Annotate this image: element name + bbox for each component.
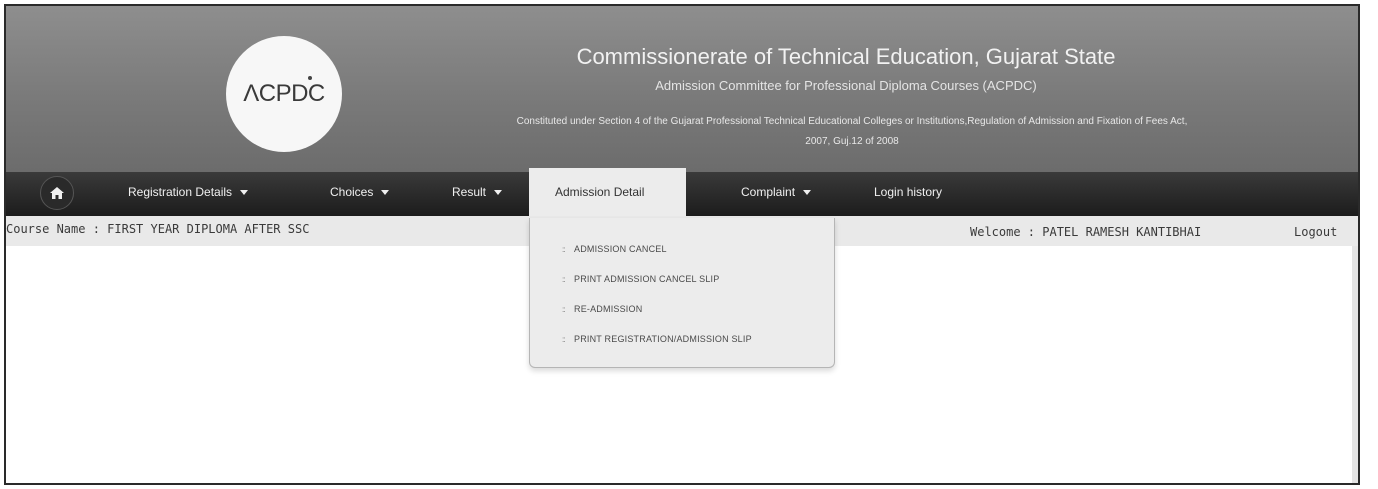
nav-label: Admission Detail (555, 185, 645, 199)
menu-item-label: RE-ADMISSION (574, 304, 643, 314)
logo-text: ΛCPDC (243, 80, 325, 107)
menu-item-print-registration-admission-slip[interactable]: :: PRINT REGISTRATION/ADMISSION SLIP (562, 334, 752, 344)
menu-item-print-admission-cancel-slip[interactable]: :: PRINT ADMISSION CANCEL SLIP (562, 274, 719, 284)
home-button[interactable] (40, 176, 74, 210)
logout-link[interactable]: Logout (1294, 225, 1337, 239)
nav-label: Choices (330, 185, 374, 199)
bullet-icon: :: (562, 245, 565, 254)
nav-complaint[interactable]: Complaint (741, 172, 812, 216)
nav-label: Login history (874, 185, 943, 199)
site-subtitle: Admission Committee for Professional Dip… (655, 78, 1037, 93)
act-text: Constituted under Section 4 of the Gujar… (372, 112, 1332, 152)
bullet-icon: :: (562, 305, 565, 314)
acpdc-logo[interactable]: ΛCPDC (226, 36, 342, 152)
chevron-down-icon (494, 190, 503, 196)
menu-item-admission-cancel[interactable]: :: ADMISSION CANCEL (562, 244, 667, 254)
admission-detail-menu: :: ADMISSION CANCEL :: PRINT ADMISSION CAN… (529, 218, 835, 368)
chevron-down-icon (652, 190, 661, 196)
content-edge (1352, 246, 1358, 483)
main-navbar: Registration Details Choices Result Admi… (6, 168, 1358, 218)
act-line-1: Constituted under Section 4 of the Gujar… (516, 116, 1188, 127)
menu-item-label: PRINT ADMISSION CANCEL SLIP (574, 274, 720, 284)
menu-item-re-admission[interactable]: :: RE-ADMISSION (562, 304, 642, 314)
chevron-down-icon (803, 190, 812, 196)
chevron-down-icon (240, 190, 249, 196)
bullet-icon: :: (562, 335, 565, 344)
logo-dot (308, 76, 312, 80)
home-icon (50, 187, 64, 199)
nav-admission-detail[interactable]: Admission Detail (529, 168, 687, 218)
chevron-down-icon (381, 190, 390, 196)
welcome-text: Welcome : PATEL RAMESH KANTIBHAI (970, 225, 1202, 239)
bullet-icon: :: (562, 275, 565, 284)
nav-registration-details[interactable]: Registration Details (128, 172, 249, 216)
menu-item-label: ADMISSION CANCEL (574, 244, 667, 254)
act-line-2: 2007, Guj.12 of 2008 (805, 136, 899, 147)
nav-label: Complaint (741, 185, 796, 199)
nav-choices[interactable]: Choices (330, 172, 390, 216)
nav-login-history[interactable]: Login history (874, 172, 942, 216)
menu-item-label: PRINT REGISTRATION/ADMISSION SLIP (574, 334, 752, 344)
course-name: Course Name : FIRST YEAR DIPLOMA AFTER S… (6, 222, 310, 236)
nav-label: Registration Details (128, 185, 233, 199)
app-window: ΛCPDC Commissionerate of Technical Educa… (4, 4, 1360, 485)
nav-label: Result (452, 185, 487, 199)
site-header: ΛCPDC Commissionerate of Technical Educa… (6, 6, 1358, 172)
nav-result[interactable]: Result (452, 172, 503, 216)
site-title: Commissionerate of Technical Education, … (576, 44, 1116, 69)
